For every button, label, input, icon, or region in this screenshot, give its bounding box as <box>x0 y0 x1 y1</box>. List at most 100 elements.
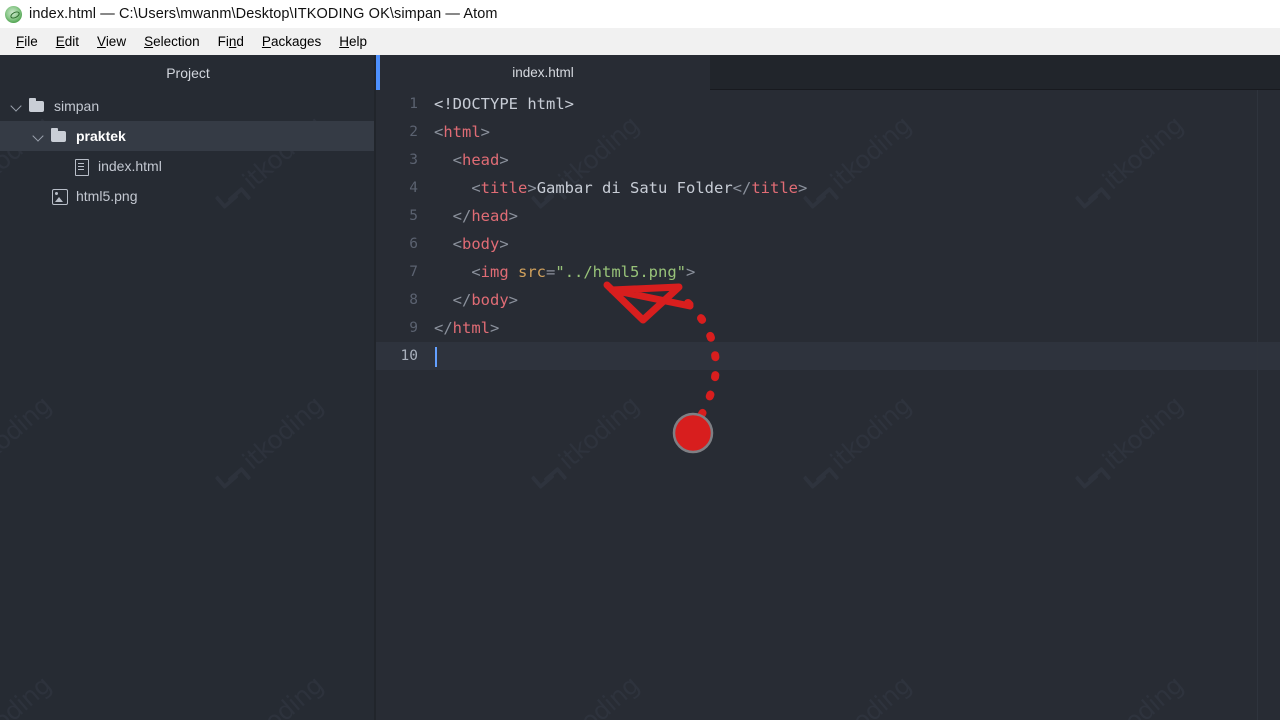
token-text: Gambar di Satu Folder <box>536 179 733 197</box>
watermark-itkoding: itkoding <box>212 670 329 720</box>
title-bar: index.html — C:\Users\mwanm\Desktop\ITKO… <box>0 0 1280 28</box>
token-punct: </ <box>732 179 752 197</box>
code-line-content: </html> <box>434 314 499 342</box>
code-line-9[interactable]: 9 </html> <box>376 314 1280 342</box>
tree-item-simpan[interactable]: simpan <box>0 91 376 121</box>
token-tag: head <box>471 207 509 225</box>
tree-item-index-html[interactable]: index.html <box>0 151 376 181</box>
watermark-itkoding: itkoding <box>0 390 57 497</box>
token-tag: img <box>480 263 509 281</box>
code-line-3[interactable]: 3 <head> <box>376 146 1280 174</box>
menu-item-help[interactable]: Help <box>330 32 376 51</box>
line-number: 4 <box>409 180 418 196</box>
line-number: 3 <box>409 152 418 168</box>
line-number: 9 <box>409 320 418 336</box>
token-punct: < <box>471 179 481 197</box>
menu-item-packages[interactable]: Packages <box>253 32 330 51</box>
menu-item-selection[interactable]: Selection <box>135 32 209 51</box>
token-tag: body <box>471 291 509 309</box>
line-number: 1 <box>409 96 418 112</box>
text-cursor <box>435 347 437 367</box>
code-line-7[interactable]: 7 <img src="../html5.png"> <box>376 258 1280 286</box>
watermark-text: itkoding <box>236 390 329 476</box>
tree-item-praktek[interactable]: praktek <box>0 121 376 151</box>
token-punct: > <box>499 151 509 169</box>
tab-index-html[interactable]: index.html <box>376 55 710 90</box>
editor-pane: itkoding itkoding itkoding itkoding itkoding… <box>376 55 1280 720</box>
folder-icon <box>28 98 46 114</box>
token-punct: > <box>686 263 696 281</box>
watermark-text: itkoding <box>236 670 329 720</box>
document-icon <box>72 158 90 176</box>
token-attr: src <box>518 263 547 281</box>
watermark-text: itkoding <box>0 670 57 720</box>
code-line-content: </body> <box>434 286 518 314</box>
menu-item-view[interactable]: View <box>88 32 135 51</box>
token-eq: = <box>546 263 556 281</box>
code-line-content: <body> <box>434 230 509 258</box>
line-number: 10 <box>400 348 418 364</box>
atom-logo-icon <box>5 5 22 23</box>
tree-item-label: praktek <box>76 128 126 144</box>
line-number: 7 <box>409 264 418 280</box>
token-punct: < <box>452 151 463 169</box>
token-punct: > <box>508 291 519 309</box>
chevron-down-icon[interactable] <box>10 99 24 113</box>
token-tag: html <box>443 123 481 141</box>
code-line-content: </head> <box>434 202 518 230</box>
line-number: 5 <box>409 208 418 224</box>
code-line-10[interactable]: 10 <box>376 342 1280 370</box>
watermark-itkoding: itkoding <box>212 390 329 497</box>
watermark-text: itkoding <box>0 390 57 476</box>
code-line-4[interactable]: 4 <title>Gambar di Satu Folder</title> <box>376 174 1280 202</box>
menu-item-find[interactable]: Find <box>209 32 253 51</box>
line-number: 2 <box>409 124 418 140</box>
workspace: itkoding itkoding itkoding itkoding itkoding… <box>0 55 1280 720</box>
project-tree: simpan praktek index.html html5.png <box>0 91 376 211</box>
line-number: 6 <box>409 236 418 252</box>
token-punct: > <box>499 235 509 253</box>
token-punct: > <box>480 123 491 141</box>
scrollbar-divider <box>1257 90 1258 720</box>
token-punct: </ <box>434 319 453 337</box>
menu-item-file[interactable]: File <box>7 32 47 51</box>
code-line-content: <!DOCTYPE html> <box>434 90 574 118</box>
window-title: index.html — C:\Users\mwanm\Desktop\ITKO… <box>29 6 498 22</box>
tree-item-label: html5.png <box>76 188 138 204</box>
code-line-content: <head> <box>434 146 509 174</box>
token-tag: head <box>462 151 500 169</box>
tab-bar: index.html <box>376 55 1280 90</box>
line-number: 8 <box>409 292 418 308</box>
watermark-logo-icon <box>213 459 250 496</box>
folder-icon <box>50 128 68 144</box>
tree-item-label: index.html <box>98 158 162 174</box>
sidebar-divider[interactable] <box>374 55 376 720</box>
token-doctype: <!DOCTYPE html> <box>434 95 574 113</box>
code-line-5[interactable]: 5 </head> <box>376 202 1280 230</box>
menu-bar: File Edit View Selection Find Packages Help <box>0 28 1280 55</box>
token-punct: > <box>798 179 808 197</box>
tree-item-html5-png[interactable]: html5.png <box>0 181 376 211</box>
sidebar-title: Project <box>166 65 210 81</box>
menu-item-edit[interactable]: Edit <box>47 32 88 51</box>
tree-item-label: simpan <box>54 98 100 114</box>
code-editor[interactable]: 1 <!DOCTYPE html> 2 <html> 3 <head> 4 <title>… <box>376 90 1280 720</box>
token-tag: title <box>751 179 798 197</box>
chevron-down-icon[interactable] <box>32 129 46 143</box>
tab-bar-empty-area <box>710 55 1280 90</box>
code-line-2[interactable]: 2 <html> <box>376 118 1280 146</box>
token-str: "../html5.png" <box>555 263 687 281</box>
code-line-content: <title>Gambar di Satu Folder</title> <box>434 174 807 202</box>
code-line-8[interactable]: 8 </body> <box>376 286 1280 314</box>
code-line-1[interactable]: 1 <!DOCTYPE html> <box>376 90 1280 118</box>
token-tag: html <box>452 319 490 337</box>
code-line-6[interactable]: 6 <body> <box>376 230 1280 258</box>
